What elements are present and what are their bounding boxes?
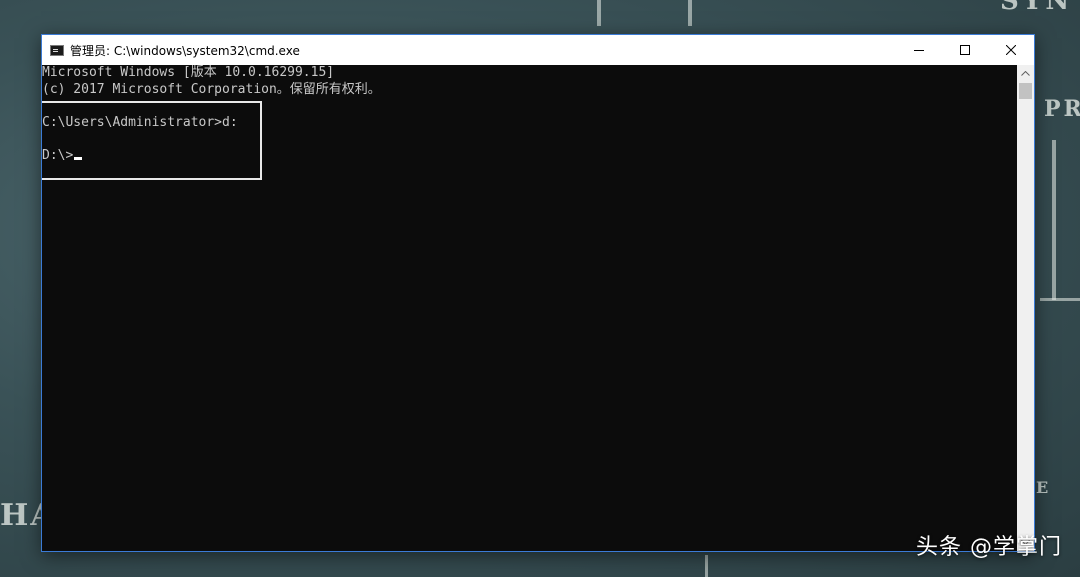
window-controls xyxy=(896,35,1034,65)
scroll-up-button[interactable] xyxy=(1017,65,1034,82)
console-line: Microsoft Windows [版本 10.0.16299.15] xyxy=(42,65,335,80)
chevron-up-icon xyxy=(1021,71,1030,76)
background-text: SYN xyxy=(1000,0,1074,16)
minimize-icon xyxy=(914,50,924,51)
console-output[interactable]: Microsoft Windows [版本 10.0.16299.15] (c)… xyxy=(42,65,1018,551)
background-chalk-line xyxy=(688,0,692,26)
background-chalk-line xyxy=(1052,140,1056,300)
watermark: 头条 @学掌门 xyxy=(916,535,1062,560)
scroll-thumb[interactable] xyxy=(1019,83,1032,99)
maximize-icon xyxy=(960,45,970,55)
background-chalk-line xyxy=(597,0,601,26)
close-button[interactable] xyxy=(988,35,1034,65)
close-icon xyxy=(1006,45,1016,55)
background-text: E xyxy=(1036,478,1049,497)
title-bar[interactable]: 管理员: C:\windows\system32\cmd.exe xyxy=(42,35,1034,65)
background-text: PR xyxy=(1044,96,1080,122)
cmd-app-icon[interactable] xyxy=(50,44,64,56)
background-chalk-line xyxy=(1040,298,1080,301)
console-line: (c) 2017 Microsoft Corporation。保留所有权利。 xyxy=(42,81,381,97)
maximize-button[interactable] xyxy=(942,35,988,65)
window-title: 管理员: C:\windows\system32\cmd.exe xyxy=(70,43,300,58)
cmd-window[interactable]: 管理员: C:\windows\system32\cmd.exe Microso… xyxy=(41,34,1035,552)
minimize-button[interactable] xyxy=(896,35,942,65)
background-chalk-line xyxy=(705,555,708,577)
highlight-box xyxy=(42,101,262,180)
vertical-scrollbar[interactable] xyxy=(1017,65,1034,551)
